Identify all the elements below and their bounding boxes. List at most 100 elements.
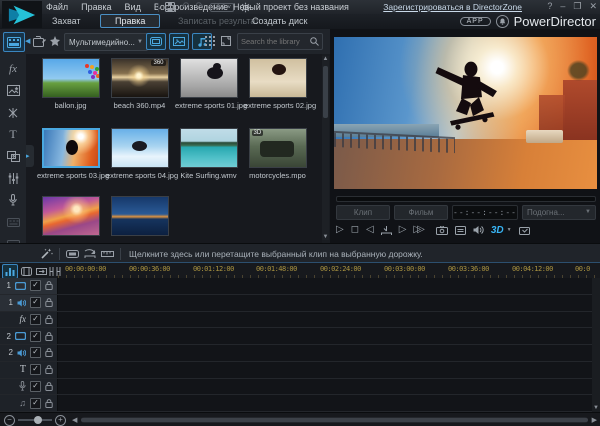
library-room-dropdown[interactable]: Мультимедийно...▼ [64,33,148,51]
step-button[interactable] [381,226,392,235]
media-item[interactable]: extreme sports 01.jpg [175,58,242,110]
next-frame-button[interactable]: ▷ [399,224,407,236]
lock-icon[interactable] [45,365,53,374]
media-item[interactable] [106,196,173,239]
timecode-display[interactable]: --:--:--:-- [452,205,518,220]
3d-dropdown-chevron[interactable]: ▼ [507,227,512,233]
scrollbar-thumb[interactable] [323,66,328,118]
tab-edit[interactable]: Правка [100,14,160,28]
media-room-icon[interactable] [3,32,25,52]
filter-video-icon[interactable] [146,33,166,50]
track-enable-checkbox[interactable] [30,347,41,358]
audio-mixing-room-icon[interactable] [5,172,21,186]
save-icon[interactable] [165,2,175,12]
track-header[interactable] [0,379,58,395]
fix-enhance-icon[interactable] [66,249,79,259]
help-button[interactable]: ? [547,1,552,12]
zoom-fit-dropdown[interactable]: Подогна...▼ [522,205,596,220]
timeline-hscrollbar[interactable] [81,417,587,423]
track-enable-checkbox[interactable] [30,398,41,409]
tab-produce[interactable]: Записать результат [178,15,259,27]
media-thumbnail[interactable] [111,196,169,236]
track-enable-checkbox[interactable] [30,280,41,291]
transition-room-icon[interactable] [5,150,21,164]
movie-mode-button[interactable]: Фильм [394,205,448,220]
search-icon[interactable] [310,37,322,46]
track-lane[interactable] [58,295,592,311]
tracks-scrollbar[interactable]: ▼ [592,278,600,412]
media-item[interactable]: 3D motorcycles.mpo [244,128,311,180]
media-item[interactable] [37,196,104,239]
scroll-up-icon[interactable]: ▲ [322,56,329,62]
pip-objects-room-icon[interactable] [5,84,21,98]
fast-forward-button[interactable]: ▷▷ [413,224,420,236]
play-button[interactable]: ▷ [336,224,344,236]
close-button[interactable]: ✕ [589,1,597,12]
directorzone-register-link[interactable]: Зарегистрироваться в DirectorZone [383,2,522,12]
insert-project-icon[interactable] [84,249,96,259]
zoom-in-icon[interactable]: + [55,415,66,426]
scroll-left-icon[interactable]: ◀ [72,416,77,424]
redo-icon[interactable]: ↷ [195,2,203,12]
zoom-slider-knob[interactable] [34,416,42,424]
search-input[interactable] [238,37,310,46]
track-header[interactable]: fx [0,312,58,328]
plugin-icon[interactable] [47,34,62,49]
track-enable-checkbox[interactable] [30,331,41,342]
track-lane[interactable] [58,362,592,378]
3d-mode-button[interactable]: 3D [491,225,504,236]
ruler-scale[interactable]: 00:00:00:00 00:00:36:00 00:01:12:00 00:0… [58,263,600,279]
zoom-slider[interactable] [18,419,52,421]
track-header[interactable]: 1 [0,295,58,311]
track-lane[interactable] [58,379,592,395]
restore-button[interactable]: ❐ [573,1,581,12]
lock-icon[interactable] [45,382,53,391]
preview-screen[interactable] [334,37,597,189]
library-scrollbar[interactable]: ▲ ▼ [322,56,329,240]
timeline-view-button[interactable] [2,264,18,279]
chapter-room-icon[interactable] [5,215,21,229]
media-item[interactable]: ballon.jpg [37,58,104,110]
track-lane[interactable] [58,395,592,411]
track-enable-checkbox[interactable] [30,381,41,392]
volume-speaker-icon[interactable] [473,225,484,235]
import-media-icon[interactable] [32,34,47,49]
media-thumbnail[interactable] [42,58,100,98]
panel-expand-handle[interactable]: ▸ [26,145,34,167]
menu-view[interactable]: Вид [125,2,141,12]
track-lane[interactable] [58,328,592,344]
minimize-button[interactable]: – [560,1,565,12]
media-thumbnail[interactable] [180,58,238,98]
effect-room-icon[interactable]: fx [5,62,21,76]
hscrollbar-thumb[interactable] [81,418,587,422]
expand-view-icon[interactable] [219,33,233,48]
particle-room-icon[interactable] [5,106,21,120]
media-thumbnail[interactable] [249,58,307,98]
lock-icon[interactable] [45,348,53,357]
track-enable-checkbox[interactable] [30,297,41,308]
tab-capture[interactable]: Захват [52,15,81,27]
scroll-down-icon[interactable]: ▼ [322,234,329,240]
lock-icon[interactable] [45,281,53,290]
menu-file[interactable]: Файл [46,2,68,12]
media-thumbnail[interactable] [180,128,238,168]
scroll-right-icon[interactable]: ▶ [592,416,597,424]
stop-button[interactable]: ◻ [351,224,359,236]
title-room-icon[interactable]: T [5,128,21,142]
timeline-ruler[interactable]: 00:00:00:00 00:00:36:00 00:01:12:00 00:0… [0,262,600,279]
timeline-hint-text[interactable]: Щелкните здесь или перетащите выбранный … [129,249,423,259]
app-store-button[interactable]: APP [460,17,491,26]
media-thumbnail[interactable] [111,128,169,168]
media-item[interactable]: extreme sports 04.jpg [106,128,173,180]
clip-mode-button[interactable]: Клип [336,205,390,220]
track-enable-checkbox[interactable] [30,364,41,375]
library-menu-icon[interactable] [203,33,217,48]
timeline-ruler-icon[interactable] [101,249,114,258]
media-item-selected[interactable]: extreme sports 03.jpg [37,128,104,180]
filter-photo-icon[interactable] [169,33,189,50]
track-header[interactable]: 1 [0,278,58,294]
track-lane[interactable] [58,312,592,328]
undo-icon[interactable]: ↶ [181,2,189,12]
menu-edit[interactable]: Правка [81,2,111,12]
media-item[interactable]: 360 beach 360.mp4 [106,58,173,110]
